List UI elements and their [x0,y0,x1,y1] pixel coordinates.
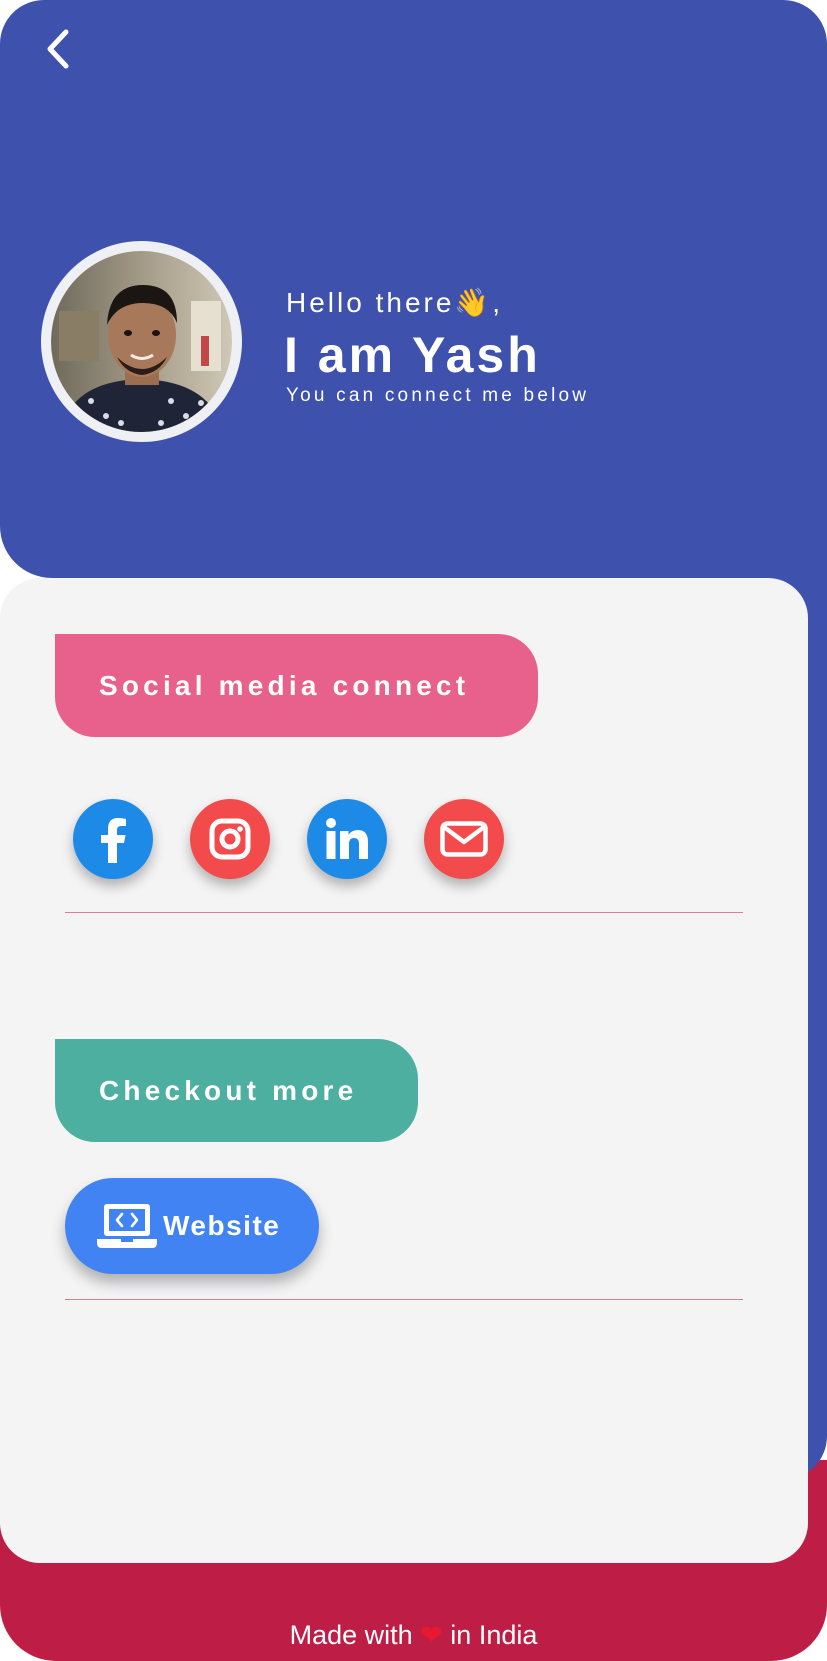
linkedin-icon [326,818,368,859]
avatar [51,251,232,432]
avatar-frame [41,241,242,442]
website-button[interactable]: Website [65,1178,319,1274]
checkout-more-heading: Checkout more [55,1039,418,1142]
instagram-icon [209,818,251,860]
website-label: Website [163,1210,281,1241]
greeting-text: Hello there👋, [286,287,504,318]
instagram-button[interactable] [190,799,270,879]
facebook-icon [101,818,126,863]
section-divider [65,1299,743,1300]
chevron-left-icon [47,29,69,69]
mail-icon [440,821,488,857]
social-media-heading: Social media connect [55,634,538,737]
footer-credit: Made with ❤ in India [289,1620,538,1650]
linkedin-button[interactable] [307,799,387,879]
facebook-button[interactable] [73,799,153,879]
profile-header: Hello there👋, I am Yash You can connect … [0,0,827,578]
subtitle: You can connect me below [286,385,590,406]
heart-emoji: ❤ [420,1620,443,1650]
page-title: I am Yash [284,327,541,383]
section-divider [65,912,743,913]
laptop-code-icon [97,1204,157,1248]
email-button[interactable] [424,799,504,879]
back-button[interactable] [38,26,78,72]
waving-hand-emoji: 👋 [454,287,493,318]
